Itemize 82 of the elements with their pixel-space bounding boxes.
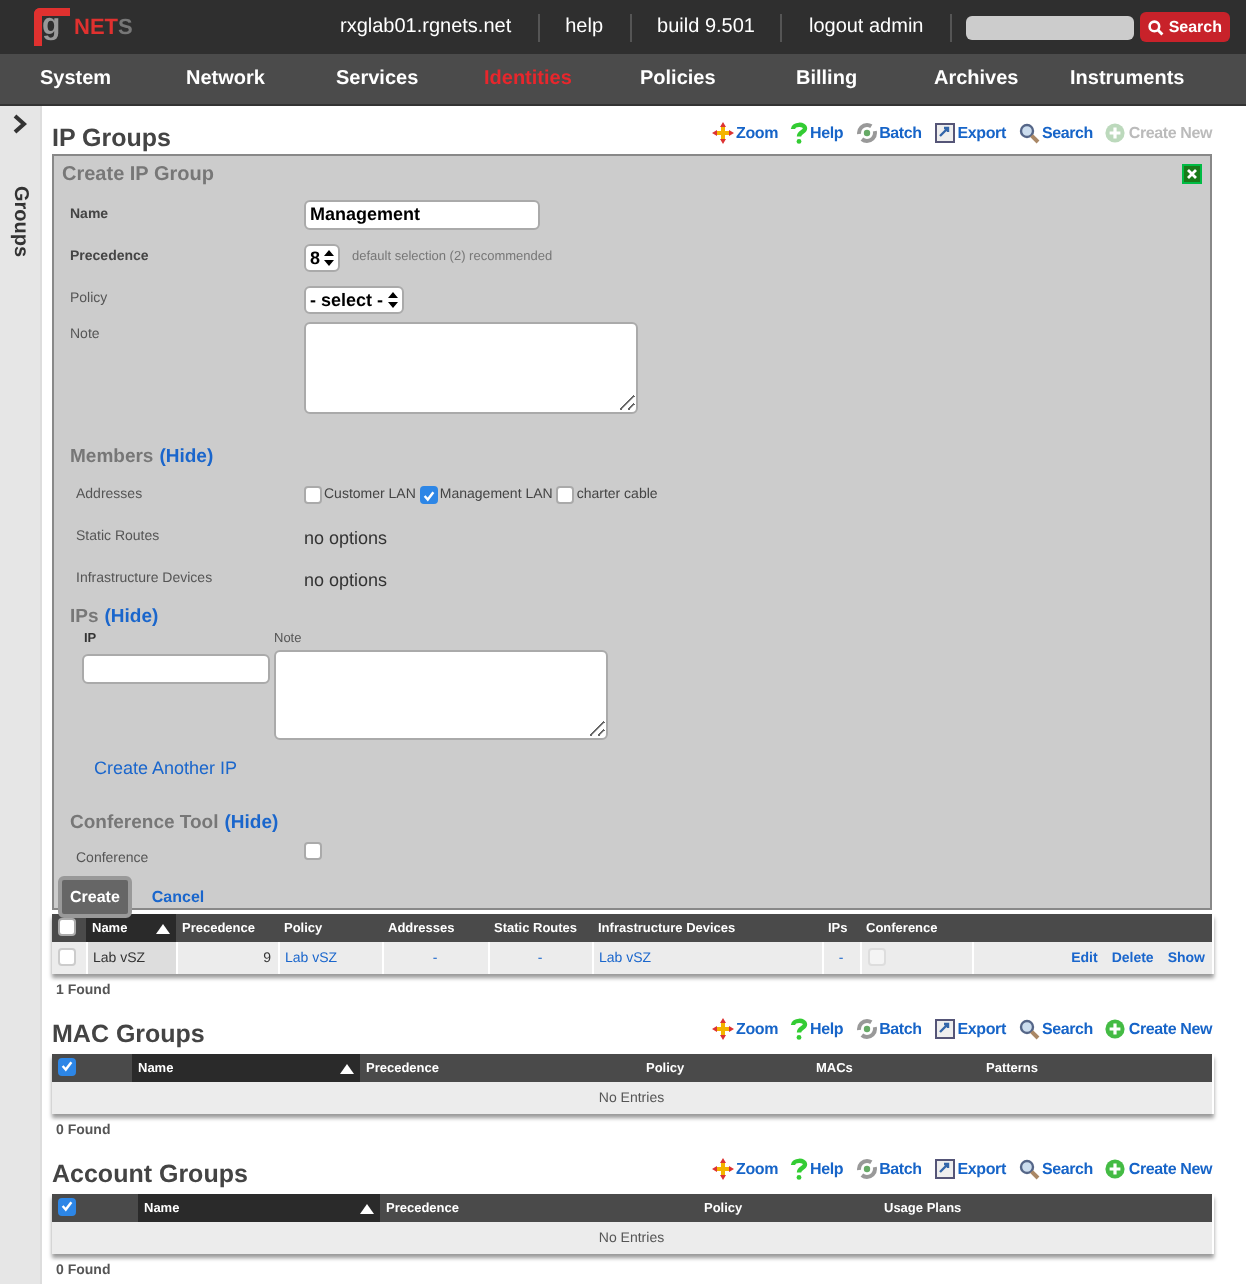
plus-icon (1104, 1158, 1127, 1180)
subsection-title: Members (70, 445, 154, 467)
toolbar-link[interactable]: Create New (1104, 1018, 1212, 1040)
toolbar-link[interactable]: Zoom (712, 1158, 779, 1180)
sort-up-icon (156, 923, 170, 933)
ip-note-field[interactable] (274, 650, 608, 740)
checkbox[interactable] (304, 842, 322, 860)
field-value: no options (304, 527, 388, 547)
nav-tab[interactable]: Services (336, 68, 484, 90)
search-icon (1017, 1158, 1040, 1180)
nav-tab[interactable]: Policies (640, 68, 796, 90)
search-icon (1017, 1018, 1040, 1040)
toolbar-link[interactable]: Help (790, 1158, 844, 1180)
move-arrows-icon (712, 1018, 735, 1040)
export-icon (933, 1158, 956, 1180)
checkbox[interactable] (304, 486, 322, 504)
sort-up-icon (340, 1063, 354, 1073)
field-value: no options (304, 569, 388, 589)
plus-icon (1104, 122, 1127, 144)
nav-tab[interactable]: Network (186, 68, 336, 90)
select-all-checkbox[interactable] (58, 1057, 76, 1076)
toolbar-link[interactable]: Zoom (712, 1018, 779, 1040)
chevron-right-icon[interactable] (12, 114, 28, 134)
nav-tab[interactable]: System (40, 68, 186, 90)
toolbar-link[interactable]: Batch (855, 1018, 922, 1040)
toolbar-link[interactable]: Search (1017, 1158, 1093, 1180)
cycle-icon (855, 122, 878, 144)
cycle-icon (855, 1018, 878, 1040)
search-icon (1017, 122, 1040, 144)
subsection-title: Conference Tool (70, 811, 219, 833)
help-icon (790, 1158, 809, 1180)
search-button[interactable]: Search (1140, 12, 1230, 42)
create-button[interactable]: Create (58, 876, 132, 918)
select-all-checkbox[interactable] (58, 1197, 76, 1216)
toolbar-link[interactable]: Zoom (712, 122, 779, 144)
toolbar-link[interactable]: Search (1017, 1018, 1093, 1040)
checkbox[interactable] (419, 486, 438, 504)
header-link[interactable]: build 9.501 (631, 13, 783, 41)
precedence-select[interactable]: 8 (304, 243, 341, 271)
sidebar-label[interactable]: Groups (9, 186, 31, 258)
move-arrows-icon (712, 122, 735, 144)
header-link[interactable]: rxglab01.rgnets.net (314, 13, 540, 41)
logo: g NETS (34, 8, 314, 46)
policy-select[interactable]: - select - (304, 285, 404, 313)
plus-icon (1104, 1018, 1127, 1040)
name-field[interactable]: Management (304, 199, 540, 229)
section-title: Account Groups (52, 1160, 248, 1188)
toolbar-link[interactable]: Help (790, 1018, 844, 1040)
search-field[interactable] (966, 15, 1135, 39)
search-icon (1148, 19, 1165, 35)
subsection-title: IPs (70, 605, 99, 627)
note-field[interactable] (304, 322, 638, 414)
help-icon (790, 122, 809, 144)
nav-tab[interactable]: Archives (934, 68, 1070, 90)
checkbox[interactable] (556, 486, 575, 504)
toolbar-link[interactable]: Create New (1104, 1158, 1212, 1180)
export-icon (933, 1018, 956, 1040)
export-icon (933, 122, 956, 144)
help-icon (790, 1018, 809, 1040)
form-title: Create IP Group (62, 163, 214, 185)
toolbar-link[interactable]: Export (933, 1158, 1006, 1180)
section-title: MAC Groups (52, 1020, 205, 1048)
header-link[interactable]: logout admin (782, 13, 952, 41)
move-arrows-icon (712, 1158, 735, 1180)
sort-up-icon (360, 1203, 374, 1213)
toolbar-link[interactable]: Batch (855, 122, 922, 144)
header-link[interactable]: help (539, 13, 632, 41)
toolbar-link[interactable]: Help (790, 122, 844, 144)
toolbar-link[interactable]: Search (1017, 122, 1093, 144)
toolbar-link[interactable]: Batch (855, 1158, 922, 1180)
stepper-arrows-icon (387, 291, 398, 307)
nav-tab[interactable]: Instruments (1070, 68, 1185, 90)
section-title: IP Groups (52, 124, 172, 152)
close-icon[interactable] (1182, 164, 1202, 184)
ip-field[interactable] (82, 654, 270, 684)
stepper-arrows-icon (324, 249, 335, 265)
toolbar-link[interactable]: Export (933, 122, 1006, 144)
row-checkbox[interactable] (58, 947, 76, 965)
nav-tab[interactable]: Billing (796, 68, 934, 90)
cycle-icon (855, 1158, 878, 1180)
toolbar-link[interactable]: Export (933, 1018, 1006, 1040)
select-all-checkbox[interactable] (58, 917, 76, 935)
